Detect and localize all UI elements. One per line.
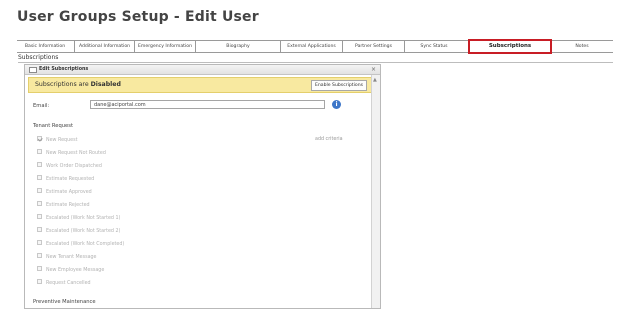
- email-label: Email:: [33, 103, 50, 109]
- panel-title: Edit Subscriptions: [39, 67, 89, 72]
- status-value: Disabled: [90, 81, 121, 88]
- checkbox-icon[interactable]: [37, 253, 42, 258]
- criteria-item[interactable]: Escalated (Work Not Started 2): [37, 227, 120, 234]
- criteria-item[interactable]: Estimate Requested: [37, 175, 94, 182]
- scroll-up-icon[interactable]: ▲: [373, 77, 377, 83]
- criteria-item[interactable]: New Tenant Message: [37, 253, 97, 260]
- info-icon[interactable]: i: [332, 100, 341, 109]
- tab-external-applications[interactable]: External Applications: [280, 41, 342, 52]
- criteria-item[interactable]: Request Cancelled: [37, 279, 91, 286]
- checkbox-icon[interactable]: [37, 214, 42, 219]
- criteria-item[interactable]: Estimate Approved: [37, 188, 92, 195]
- tab-notes[interactable]: Notes: [550, 41, 613, 52]
- section-label: Subscriptions: [18, 54, 59, 61]
- checkbox-icon[interactable]: [37, 266, 42, 271]
- tab-partner-settings[interactable]: Partner Settings: [342, 41, 404, 52]
- checkbox-icon[interactable]: [37, 201, 42, 206]
- tab-additional-information[interactable]: Additional Information: [74, 41, 134, 52]
- close-icon[interactable]: ×: [371, 65, 376, 74]
- subscription-status-banner: Subscriptions are Disabled Enable Subscr…: [28, 77, 372, 93]
- criteria-item[interactable]: New Request: [37, 136, 77, 143]
- tab-bar: Basic Information Additional Information…: [17, 39, 613, 54]
- tab-emergency-information[interactable]: Emergency Information: [134, 41, 195, 52]
- criteria-item[interactable]: Estimate Rejected: [37, 201, 90, 208]
- checkbox-icon[interactable]: [37, 149, 42, 154]
- checkbox-icon[interactable]: [37, 188, 42, 193]
- checkbox-icon[interactable]: [37, 240, 42, 245]
- page-title: User Groups Setup - Edit User: [17, 9, 259, 25]
- panel-header: Edit Subscriptions ×: [25, 65, 380, 75]
- email-field[interactable]: dane@aciportal.com: [90, 100, 325, 109]
- criteria-item[interactable]: Escalated (Work Not Completed): [37, 240, 124, 247]
- tab-sync-status[interactable]: Sync Status: [404, 41, 463, 52]
- tab-basic-information[interactable]: Basic Information: [17, 41, 73, 52]
- enable-subscriptions-button[interactable]: Enable Subscriptions: [310, 80, 367, 91]
- criteria-item[interactable]: New Request Not Routed: [37, 149, 106, 156]
- checkbox-icon[interactable]: [37, 136, 42, 141]
- window-icon: [29, 67, 37, 73]
- subscription-status-text: Subscriptions are Disabled: [35, 78, 121, 92]
- preventive-maintenance-label: Preventive Maintenance: [33, 299, 96, 305]
- checkbox-icon[interactable]: [37, 162, 42, 167]
- edit-subscriptions-panel: Edit Subscriptions × Subscriptions are D…: [24, 64, 381, 309]
- section-divider: [18, 62, 613, 63]
- criteria-item[interactable]: Work Order Dispatched: [37, 162, 102, 169]
- checkbox-icon[interactable]: [37, 227, 42, 232]
- criteria-item[interactable]: New Employee Message: [37, 266, 104, 273]
- status-prefix: Subscriptions are: [35, 81, 91, 88]
- tab-biography[interactable]: Biography: [195, 41, 280, 52]
- add-criteria-link[interactable]: add criteria: [315, 137, 343, 142]
- panel-scrollbar[interactable]: ▲: [371, 75, 380, 308]
- criteria-item[interactable]: Escalated (Work Not Started 1): [37, 214, 120, 221]
- checkbox-icon[interactable]: [37, 175, 42, 180]
- tab-subscriptions[interactable]: Subscriptions: [468, 39, 552, 54]
- tenant-request-label: Tenant Request: [33, 123, 73, 129]
- checkbox-icon[interactable]: [37, 279, 42, 284]
